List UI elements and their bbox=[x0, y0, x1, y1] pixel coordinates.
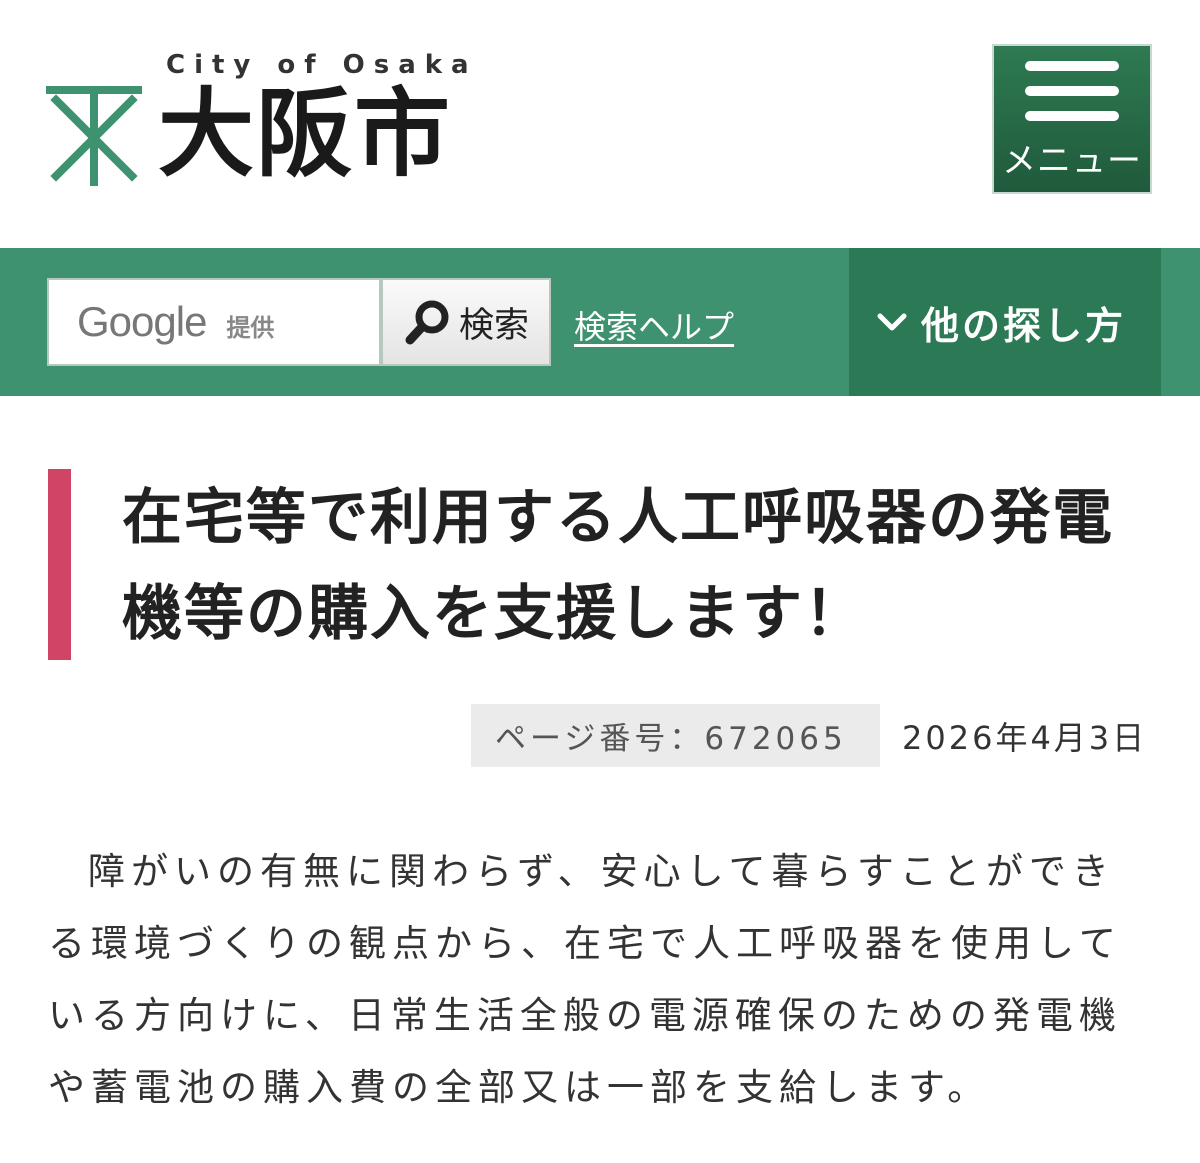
menu-button[interactable]: メニュー bbox=[992, 44, 1152, 194]
menu-label: メニュー bbox=[1002, 140, 1142, 181]
search-provider-logo: Google bbox=[77, 298, 207, 345]
chevron-down-icon bbox=[877, 313, 907, 331]
search-button[interactable]: 検索 bbox=[381, 278, 551, 366]
logo-subtitle: City of Osaka bbox=[166, 50, 478, 80]
page-number-badge: ページ番号：672065 bbox=[471, 704, 880, 767]
other-search-methods-button[interactable]: 他の探し方 bbox=[849, 248, 1161, 396]
article-body: 障がいの有無に関わらず、安心して暮らすことができる環境づくりの観点から、在宅で人… bbox=[48, 850, 1122, 1109]
magnifier-icon bbox=[405, 300, 449, 345]
site-logo[interactable]: City of Osaka 大阪市 bbox=[46, 44, 506, 194]
search-provider-sub: 提供 bbox=[226, 313, 275, 342]
search-button-label: 検索 bbox=[458, 305, 529, 346]
title-accent-bar bbox=[48, 469, 71, 660]
osaka-emblem-icon bbox=[46, 86, 142, 186]
hamburger-icon bbox=[1025, 60, 1119, 121]
site-header: City of Osaka 大阪市 メニュー bbox=[0, 0, 1200, 248]
search-input[interactable]: Google 提供 bbox=[47, 278, 381, 366]
search-help-link[interactable]: 検索ヘルプ bbox=[574, 302, 734, 348]
other-search-methods-label: 他の探し方 bbox=[921, 303, 1127, 348]
page-title: 在宅等で利用する人工呼吸器の発電機等の購入を支援します！ bbox=[122, 483, 1114, 649]
logo-title: 大阪市 bbox=[158, 78, 452, 190]
search-bar: Google 提供 検索 検索ヘルプ 他の探し方 bbox=[0, 248, 1200, 396]
publish-date: 2026年4月3日 bbox=[902, 719, 1148, 757]
